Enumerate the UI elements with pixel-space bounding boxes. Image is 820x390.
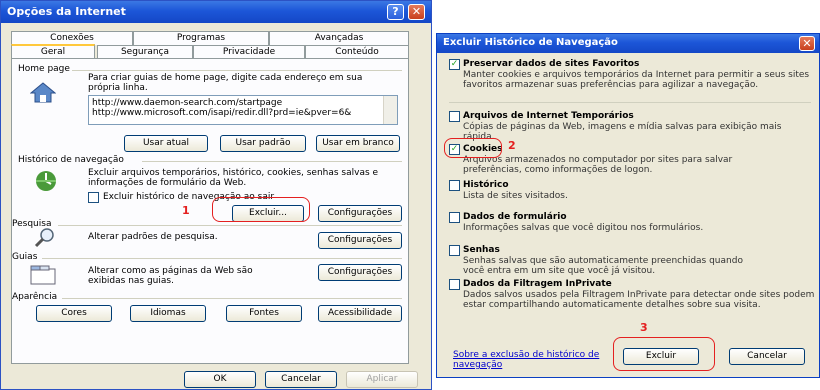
home-page-urls-box[interactable]: http://www.daemon-search.com/startpage h… <box>88 95 398 125</box>
history-settings-button[interactable]: Configurações <box>318 205 402 222</box>
delete-history-dialog: Excluir Histórico de Navegação ✕ ✓ Prese… <box>436 33 820 378</box>
languages-button[interactable]: Idiomas <box>130 305 206 322</box>
option-description: Informações salvas que você digitou nos … <box>463 223 704 233</box>
search-settings-button[interactable]: Configurações <box>318 232 402 249</box>
option-label: Dados da Filtragem InPrivate <box>463 279 612 289</box>
tabs-group-title: Guias <box>12 252 41 262</box>
dialog-title: Opções da Internet <box>7 5 126 18</box>
option-label: Dados de formulário <box>463 212 567 222</box>
tab-privacidade[interactable]: Privacidade <box>193 45 305 59</box>
home-page-url: http://www.daemon-search.com/startpage <box>92 98 283 108</box>
appearance-separator <box>62 298 402 299</box>
search-icon <box>34 227 56 252</box>
passwords-checkbox[interactable] <box>449 245 460 256</box>
tab-label: Geral <box>40 47 66 57</box>
annotation-2: 2 <box>508 139 516 152</box>
option-label: Histórico <box>463 180 509 190</box>
search-description: Alterar padrões de pesquisa. <box>88 232 218 242</box>
ok-button[interactable]: OK <box>184 371 256 388</box>
search-separator <box>58 225 402 226</box>
tabs-description: Alterar como as páginas da Web são exibi… <box>88 266 253 286</box>
form-data-checkbox[interactable] <box>449 212 460 223</box>
tab-geral[interactable]: Geral <box>11 44 95 59</box>
annotation-1: 1 <box>182 204 190 217</box>
home-page-description: Para criar guias de home page, digite ca… <box>88 73 363 93</box>
scrollbar[interactable] <box>383 96 397 124</box>
temp-files-checkbox[interactable] <box>449 111 460 122</box>
tab-avancadas[interactable]: Avançadas <box>269 31 409 45</box>
option-description: Manter cookies e arquivos temporários da… <box>463 70 810 90</box>
dialog-title: Excluir Histórico de Navegação <box>443 37 618 48</box>
delete-on-exit-checkbox[interactable] <box>88 192 99 203</box>
cancel-button[interactable]: Cancelar <box>265 371 337 388</box>
tab-label: Conteúdo <box>335 47 379 57</box>
use-blank-button[interactable]: Usar em branco <box>316 135 400 152</box>
home-icon <box>29 81 57 106</box>
history-separator <box>142 161 402 162</box>
tab-label: Privacidade <box>222 47 276 57</box>
tab-conteudo[interactable]: Conteúdo <box>305 45 409 59</box>
history-group-title: Histórico de navegação <box>18 155 127 165</box>
annotation-3: 3 <box>640 321 648 334</box>
close-icon[interactable]: ✕ <box>799 36 815 51</box>
tab-programas[interactable]: Programas <box>133 31 269 45</box>
use-default-button[interactable]: Usar padrão <box>220 135 306 152</box>
about-delete-history-link[interactable]: Sobre a exclusão de histórico de navegaç… <box>453 350 603 370</box>
tabs-icon <box>30 265 56 288</box>
tab-panel: Home page Para criar guias de home page,… <box>11 58 409 364</box>
option-description: Dados salvos usados pela Filtragem InPri… <box>463 290 815 310</box>
fonts-button[interactable]: Fontes <box>226 305 302 322</box>
tab-label: Programas <box>176 33 226 43</box>
annotation-3-highlight <box>613 337 715 371</box>
option-label: Preservar dados de sites Favoritos <box>463 59 640 69</box>
option-separator <box>449 102 811 103</box>
annotation-1-highlight <box>212 197 310 222</box>
history-icon <box>34 169 58 196</box>
title-bar: Opções da Internet <box>1 1 431 23</box>
option-description: Lista de sites visitados. <box>463 191 568 201</box>
use-current-button[interactable]: Usar atual <box>124 135 208 152</box>
option-description: Senhas salvas que são automaticamente pr… <box>463 256 743 276</box>
title-bar: Excluir Histórico de Navegação <box>437 34 819 53</box>
close-icon[interactable]: ✕ <box>408 4 425 20</box>
home-page-url: http://www.microsoft.com/isapi/redir.dll… <box>92 108 352 118</box>
home-page-separator <box>72 70 402 71</box>
tab-conexoes[interactable]: Conexões <box>11 31 133 45</box>
option-label: Senhas <box>463 245 500 255</box>
help-icon[interactable]: ? <box>387 4 404 20</box>
annotation-2-highlight <box>444 138 502 158</box>
appearance-group-title: Aparência <box>12 292 61 302</box>
tab-label: Avançadas <box>314 33 364 43</box>
colors-button[interactable]: Cores <box>36 305 112 322</box>
option-label: Arquivos de Internet Temporários <box>463 111 634 121</box>
option-description: Arquivos armazenados no computador por s… <box>463 155 733 175</box>
accessibility-button[interactable]: Acessibilidade <box>318 305 402 322</box>
history-checkbox[interactable] <box>449 180 460 191</box>
tabs-separator <box>42 258 402 259</box>
apply-button[interactable]: Aplicar <box>346 371 418 388</box>
tab-label: Segurança <box>120 47 170 57</box>
tab-seguranca[interactable]: Segurança <box>97 45 193 59</box>
preserve-favorites-checkbox[interactable]: ✓ <box>449 59 460 70</box>
inprivate-checkbox[interactable] <box>449 279 460 290</box>
cancel-button[interactable]: Cancelar <box>729 348 805 365</box>
internet-options-dialog: Opções da Internet ? ✕ Conexões Programa… <box>0 0 432 390</box>
tab-label: Conexões <box>50 33 94 43</box>
tabs-settings-button[interactable]: Configurações <box>318 264 402 281</box>
history-description: Excluir arquivos temporários, histórico,… <box>88 168 379 188</box>
home-page-group-title: Home page <box>18 64 73 74</box>
